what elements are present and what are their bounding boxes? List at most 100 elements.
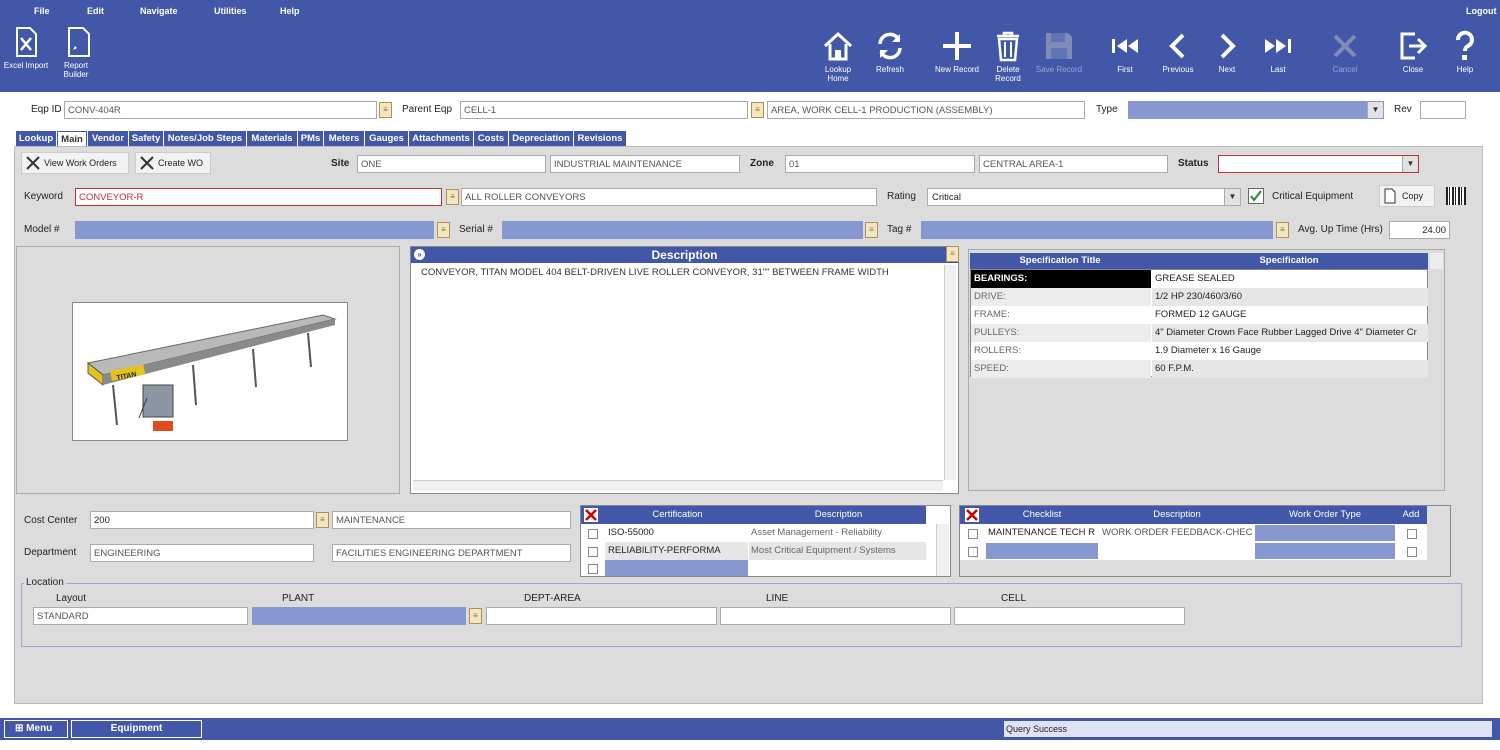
menu-navigate[interactable]: Navigate <box>140 6 178 16</box>
cert-row-checkbox[interactable] <box>588 547 598 557</box>
zone-field[interactable]: 01 <box>785 155 975 173</box>
spec-title-cell[interactable]: BEARINGS: <box>971 270 1151 288</box>
site-field[interactable]: ONE <box>357 155 546 173</box>
plant-lookup-icon[interactable]: ≡ <box>469 608 482 624</box>
logout-link[interactable]: Logout <box>1466 6 1497 16</box>
menu-file[interactable]: File <box>34 6 50 16</box>
line-field[interactable] <box>720 607 951 625</box>
model-field[interactable] <box>75 221 434 239</box>
spec-value-cell[interactable]: 1.9 Diameter x 16 Gauge <box>1152 342 1428 360</box>
rating-dropdown[interactable]: Critical ▼ <box>927 188 1241 206</box>
checklist-desc-cell[interactable]: WORK ORDER FEEDBACK-CHEC <box>1100 524 1254 542</box>
cert-desc-cell[interactable]: Most Critical Equipment / Systems <box>749 542 926 560</box>
delete-icon[interactable] <box>965 508 979 522</box>
serial-lookup-icon[interactable]: ≡ <box>865 222 878 238</box>
cert-row-checkbox[interactable] <box>588 529 598 539</box>
menu-help[interactable]: Help <box>280 6 300 16</box>
cert-scrollbar[interactable] <box>936 524 949 576</box>
checklist-row-checkbox[interactable] <box>968 529 978 539</box>
create-wo-button[interactable]: Create WO <box>135 152 211 174</box>
menu-edit[interactable]: Edit <box>87 6 104 16</box>
spec-title-cell[interactable]: SPEED: <box>971 360 1151 378</box>
tab-revisions[interactable]: Revisions <box>574 131 626 146</box>
next-record-button[interactable]: Next <box>1210 30 1244 74</box>
type-dropdown[interactable]: ▼ <box>1128 101 1384 119</box>
tab-safety[interactable]: Safety <box>129 131 163 146</box>
cert-cell[interactable]: ISO-55000 <box>605 524 748 542</box>
new-record-button[interactable]: New Record <box>930 30 984 74</box>
refresh-button[interactable]: Refresh <box>870 30 910 74</box>
tag-lookup-icon[interactable]: ≡ <box>1276 222 1289 238</box>
tab-vendor[interactable]: Vendor <box>88 131 128 146</box>
keyword-lookup-icon[interactable]: ≡ <box>446 189 459 205</box>
menu-button[interactable]: ⊞ Menu <box>4 720 68 738</box>
spec-title-cell[interactable]: DRIVE: <box>971 288 1151 306</box>
spec-value-cell[interactable]: GREASE SEALED <box>1152 270 1428 288</box>
previous-record-button[interactable]: Previous <box>1156 30 1200 74</box>
eqp-id-field[interactable]: CONV-404R <box>64 101 377 119</box>
tab-attachments[interactable]: Attachments <box>409 131 473 146</box>
checklist-row-checkbox[interactable] <box>968 547 978 557</box>
equipment-module-tab[interactable]: Equipment <box>71 720 202 738</box>
last-record-button[interactable]: Last <box>1260 30 1296 74</box>
first-record-button[interactable]: First <box>1106 30 1144 74</box>
critical-equipment-checkbox[interactable] <box>1248 188 1264 204</box>
serial-field[interactable] <box>502 221 863 239</box>
copy-button[interactable]: Copy <box>1379 185 1435 207</box>
wo-type-cell[interactable] <box>1255 543 1395 559</box>
expand-icon[interactable]: » <box>414 249 425 260</box>
delete-record-button[interactable]: Delete Record <box>988 30 1028 83</box>
help-button[interactable]: Help <box>1448 30 1482 74</box>
layout-field[interactable]: STANDARD <box>33 607 248 625</box>
rev-field[interactable] <box>1420 101 1466 119</box>
tab-gauges[interactable]: Gauges <box>365 131 408 146</box>
cost-center-field[interactable]: 200 <box>90 511 314 529</box>
lookup-home-button[interactable]: Lookup Home <box>818 30 858 83</box>
report-builder-button[interactable]: Report Builder <box>54 26 98 79</box>
delete-icon[interactable] <box>584 508 598 522</box>
keyword-field[interactable]: CONVEYOR-R <box>75 188 442 206</box>
menu-utilities[interactable]: Utilities <box>214 6 247 16</box>
spec-title-cell[interactable]: ROLLERS: <box>971 342 1151 360</box>
wo-type-cell[interactable] <box>1255 525 1395 541</box>
cert-desc-cell[interactable]: Asset Management - Reliability <box>749 524 926 542</box>
dept-area-field[interactable] <box>486 607 717 625</box>
eqp-lookup-icon[interactable]: ≡ <box>379 102 392 118</box>
barcode-icon[interactable] <box>1446 187 1466 205</box>
spec-value-cell[interactable]: 4" Diameter Crown Face Rubber Lagged Dri… <box>1152 324 1428 342</box>
cert-row-checkbox[interactable] <box>588 564 598 574</box>
tab-depreciation[interactable]: Depreciation <box>509 131 573 146</box>
tag-field[interactable] <box>921 221 1273 239</box>
horizontal-scrollbar[interactable] <box>413 480 943 491</box>
model-lookup-icon[interactable]: ≡ <box>437 222 450 238</box>
add-checkbox[interactable] <box>1407 547 1417 557</box>
cost-center-lookup-icon[interactable]: ≡ <box>316 512 329 528</box>
avg-uptime-field[interactable]: 24.00 <box>1389 221 1450 239</box>
tab-pms[interactable]: PMs <box>298 131 323 146</box>
cell-field[interactable] <box>954 607 1185 625</box>
tab-materials[interactable]: Materials <box>247 131 297 146</box>
description-text[interactable]: CONVEYOR, TITAN MODEL 404 BELT-DRIVEN LI… <box>421 267 889 278</box>
checklist-new-cell[interactable] <box>986 543 1098 559</box>
spec-title-cell[interactable]: FRAME: <box>971 306 1151 324</box>
spec-scrollbar[interactable] <box>1430 253 1443 269</box>
spec-value-cell[interactable]: 60 F.P.M. <box>1152 360 1428 378</box>
cert-new-cell[interactable] <box>605 560 748 576</box>
vertical-scrollbar[interactable] <box>944 265 956 480</box>
tab-costs[interactable]: Costs <box>474 131 508 146</box>
equipment-photo[interactable]: TITAN <box>72 302 348 441</box>
spec-value-cell[interactable]: FORMED 12 GAUGE <box>1152 306 1428 324</box>
view-work-orders-button[interactable]: View Work Orders <box>21 152 129 174</box>
checklist-cell[interactable]: MAINTENANCE TECH R <box>986 524 1098 542</box>
save-record-button[interactable]: Save Record <box>1032 30 1086 74</box>
cert-cell[interactable]: RELIABILITY-PERFORMA <box>605 542 748 560</box>
parent-lookup-icon[interactable]: ≡ <box>751 102 764 118</box>
excel-import-button[interactable]: Excel Import <box>0 26 52 70</box>
tab-notes-job-steps[interactable]: Notes/Job Steps <box>164 131 246 146</box>
status-dropdown[interactable]: ▼ <box>1218 155 1419 173</box>
tab-meters[interactable]: Meters <box>324 131 364 146</box>
cancel-button[interactable]: Cancel <box>1326 30 1364 74</box>
description-edit-icon[interactable]: ≡ <box>946 246 959 262</box>
department-field[interactable]: ENGINEERING <box>90 544 314 562</box>
parent-eqp-field[interactable]: CELL-1 <box>460 101 748 119</box>
